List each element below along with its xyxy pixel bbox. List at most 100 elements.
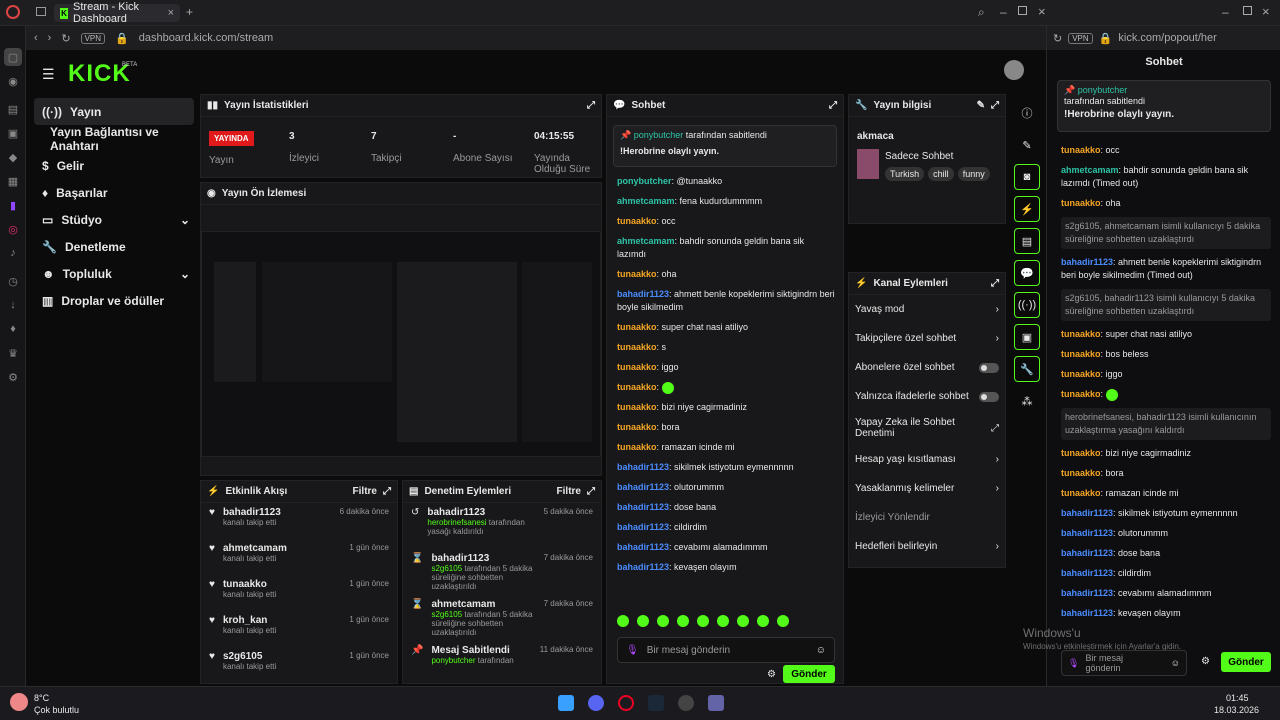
chat-username[interactable]: bahadir1123: [1061, 528, 1113, 538]
action-slow-mode[interactable]: Yavaş mod ›: [849, 295, 1005, 324]
search-icon[interactable]: ⌕: [978, 5, 985, 20]
filter-button[interactable]: Filtre: [557, 486, 581, 497]
obs-icon[interactable]: [678, 695, 694, 711]
chat-username[interactable]: ahmetcamam: [617, 196, 675, 206]
chat-username[interactable]: bahadir1123: [1061, 568, 1113, 578]
action-followers-only[interactable]: Takipçilere özel sohbet ›: [849, 324, 1005, 353]
chat-username[interactable]: tunaakko: [617, 402, 657, 412]
chat-message[interactable]: tunaakko: bizi niye cagirmadiniz: [617, 401, 835, 414]
chat-username[interactable]: bahadir1123: [617, 502, 669, 512]
chat-username[interactable]: bahadir1123: [1061, 608, 1113, 618]
chat-username[interactable]: tunaakko: [617, 342, 657, 352]
chat-message[interactable]: tunaakko: ramazan icinde mi: [1061, 487, 1271, 500]
pinned-message[interactable]: 📌 ponybutcher tarafından sabitlendi !Her…: [613, 125, 837, 167]
chat-message[interactable]: tunaakko: super chat nasi atiliyo: [1061, 328, 1271, 341]
chat-username[interactable]: tunaakko: [1061, 198, 1101, 208]
tab-overview-icon[interactable]: [36, 7, 46, 16]
chat-message[interactable]: bahadir1123: cildirdim: [617, 521, 835, 534]
gamepad-icon[interactable]: ◉: [4, 72, 22, 90]
tiktok-icon[interactable]: ♪: [4, 244, 22, 262]
new-tab-icon[interactable]: +: [186, 5, 193, 19]
chat-username[interactable]: bahadir1123: [617, 482, 669, 492]
popout-icon[interactable]: ⤢: [383, 486, 391, 497]
users-icon[interactable]: ⁂: [1014, 388, 1040, 414]
chat-username[interactable]: tunaakko: [1061, 448, 1101, 458]
opera-logo-icon[interactable]: [6, 5, 20, 19]
chat-username[interactable]: tunaakko: [617, 362, 657, 372]
action-goals[interactable]: Hedefleri belirleyin ›: [849, 532, 1005, 561]
system-message[interactable]: herobrinefsanesi, bahadir1123 isimli kul…: [1061, 408, 1271, 440]
broadcast-icon[interactable]: ((·)): [1014, 292, 1040, 318]
chat-message[interactable]: bahadir1123: olutorummm: [617, 481, 835, 494]
wrench-icon[interactable]: 🔧: [1014, 356, 1040, 382]
chat-username[interactable]: bahadir1123: [617, 289, 669, 299]
instagram-icon[interactable]: ◎: [4, 220, 22, 238]
chat-message[interactable]: tunaakko: iggo: [1061, 368, 1271, 381]
chat-message[interactable]: bahadir1123: cevabımı alamadımmm: [1061, 587, 1271, 600]
chat-message[interactable]: bahadir1123: sikilmek istiyotum eymennnn…: [617, 461, 835, 474]
preview-video[interactable]: [201, 231, 601, 457]
chat-username[interactable]: ahmetcamam: [617, 236, 675, 246]
chat-message[interactable]: tunaakko: s: [617, 341, 835, 354]
emoji-icon[interactable]: ☺: [1171, 658, 1180, 668]
chat-username[interactable]: bahadir1123: [617, 562, 669, 572]
tools-icon[interactable]: ⚙: [4, 368, 22, 386]
chat-icon[interactable]: 💬: [1014, 260, 1040, 286]
system-message[interactable]: s2g6105, bahadir1123 isimli kullanıcıyı …: [1061, 289, 1271, 321]
chat-username[interactable]: tunaakko: [1061, 488, 1101, 498]
chat-message[interactable]: tunaakko: bos beless: [1061, 348, 1271, 361]
popout-icon[interactable]: ⤢: [587, 100, 595, 111]
chat-input[interactable]: 🎙 Bir mesaj gönderin ☺: [617, 637, 835, 663]
chat-username[interactable]: tunaakko: [1061, 349, 1101, 359]
popout-icon[interactable]: ⤢: [991, 100, 999, 111]
tag[interactable]: funny: [957, 167, 990, 181]
edit-icon[interactable]: ✎: [977, 100, 985, 111]
chat-message[interactable]: bahadir1123: ahmett benle kopeklerimi si…: [1061, 256, 1271, 282]
wallet-icon[interactable]: ▣: [4, 124, 22, 142]
download-icon[interactable]: ↓: [4, 296, 22, 314]
nav-item-basarilar[interactable]: ♦ Başarılar: [34, 179, 194, 206]
chat-message[interactable]: tunaakko: super chat nasi atiliyo: [617, 321, 835, 334]
chat-username[interactable]: bahadir1123: [617, 522, 669, 532]
chat-username[interactable]: tunaakko: [617, 269, 657, 279]
nav-item-studyo[interactable]: ▭ Stüdyo ⌄: [34, 206, 194, 233]
nav-item-droplar[interactable]: ▥ Droplar ve ödüller: [34, 287, 194, 314]
chat-message[interactable]: bahadir1123: cevabımı alamadımmm: [617, 541, 835, 554]
chat-message[interactable]: bahadir1123: dose bana: [617, 501, 835, 514]
tag[interactable]: Turkish: [885, 167, 925, 181]
action-emotes-only[interactable]: Yalnızca ifadelerle sohbet: [849, 382, 1005, 411]
chat-message[interactable]: tunaakko: iggo: [617, 361, 835, 374]
video-icon[interactable]: ▣: [1014, 324, 1040, 350]
popout-url[interactable]: kick.com/popout/her: [1118, 32, 1216, 44]
chat-username[interactable]: tunaakko: [617, 442, 657, 452]
history-icon[interactable]: ◷: [4, 272, 22, 290]
chat-message[interactable]: bahadir1123: olutorummm: [1061, 527, 1271, 540]
close-tab-icon[interactable]: ×: [168, 7, 174, 19]
chat-username[interactable]: tunaakko: [617, 422, 657, 432]
weather-icon[interactable]: [10, 693, 28, 711]
menu-icon[interactable]: ☰: [42, 66, 55, 83]
back-icon[interactable]: ‹: [34, 32, 38, 44]
chat-message[interactable]: tunaakko: bora: [1061, 467, 1271, 480]
teams-icon[interactable]: [708, 695, 724, 711]
filter-button[interactable]: Filtre: [353, 486, 377, 497]
chat-message[interactable]: ahmetcamam: bahdir sonunda geldin bana s…: [1061, 164, 1271, 190]
action-account-age[interactable]: Hesap yaşı kısıtlaması ›: [849, 445, 1005, 474]
popout-close-icon[interactable]: ×: [1262, 4, 1270, 19]
reload-icon[interactable]: ↻: [61, 32, 70, 45]
nav-item-gelir[interactable]: $ Gelir: [34, 152, 194, 179]
chat-username[interactable]: tunaakko: [1061, 145, 1101, 155]
nav-item-topluluk[interactable]: ☻ Topluluk ⌄: [34, 260, 194, 287]
close-window-icon[interactable]: ×: [1038, 4, 1046, 19]
chat-username[interactable]: bahadir1123: [1061, 257, 1113, 267]
chat-username[interactable]: bahadir1123: [1061, 548, 1113, 558]
chat-message[interactable]: bahadir1123: sikilmek istiyotum eymennnn…: [1061, 507, 1271, 520]
action-subs-only[interactable]: Abonelere özel sohbet: [849, 353, 1005, 382]
system-message[interactable]: s2g6105, ahmetcamam isimli kullanıcıyı 5…: [1061, 217, 1271, 249]
chat-message[interactable]: ponybutcher: @tunaakko: [617, 175, 835, 188]
chat-message[interactable]: tunaakko:: [1061, 388, 1271, 401]
trophy-icon[interactable]: ♦: [4, 320, 22, 338]
chat-message[interactable]: bahadir1123: kevaşen olayım: [617, 561, 835, 574]
toggle[interactable]: [979, 362, 999, 373]
chat-username[interactable]: ponybutcher: [617, 176, 672, 186]
